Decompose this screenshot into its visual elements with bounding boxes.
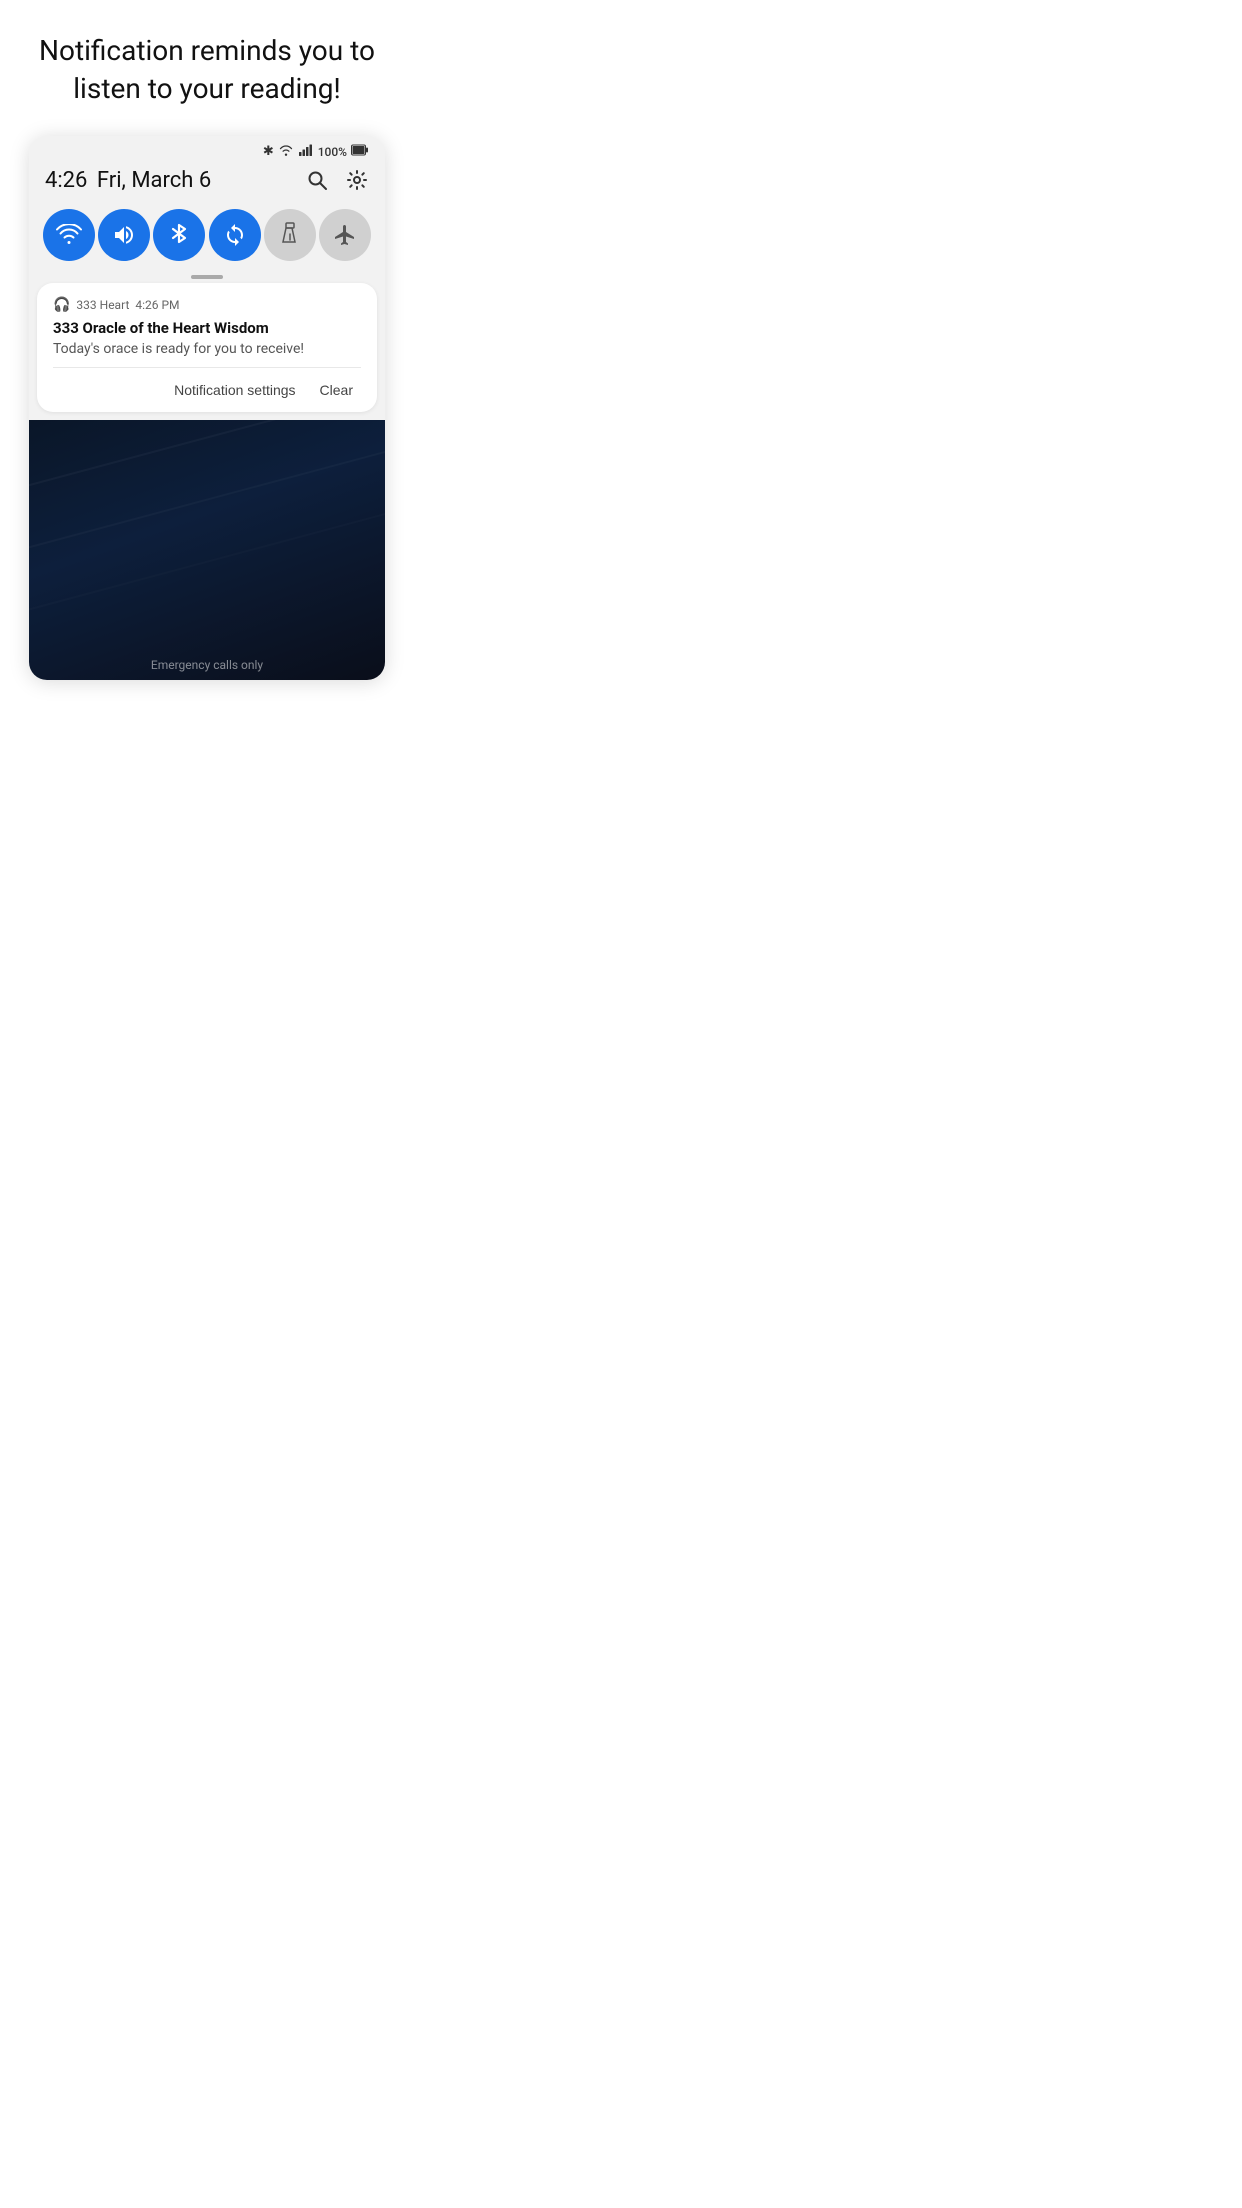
notification-app-name: 333 Heart [76, 298, 129, 312]
battery-icon [351, 144, 369, 160]
wifi-signal-icon [278, 144, 294, 160]
notification-time: 4:26 PM [135, 298, 179, 312]
notification-card: 🎧 333 Heart 4:26 PM 333 Oracle of the He… [37, 283, 377, 412]
search-button[interactable] [305, 168, 329, 192]
battery-percentage: 100% [318, 145, 347, 159]
sync-toggle[interactable] [209, 209, 261, 261]
drag-bar [191, 275, 223, 279]
status-bar: ✱ 100% [29, 136, 385, 164]
wallpaper-lines [29, 420, 385, 680]
emergency-text: Emergency calls only [151, 658, 263, 672]
wallpaper-section: Emergency calls only [29, 420, 385, 680]
qs-actions [305, 168, 369, 192]
sound-toggle[interactable] [98, 209, 150, 261]
time-display: 4:26 [45, 168, 87, 193]
bluetooth-toggle[interactable] [153, 209, 205, 261]
notification-actions: Notification settings Clear [37, 368, 377, 412]
settings-button[interactable] [345, 168, 369, 192]
wifi-toggle[interactable] [43, 209, 95, 261]
date-display: Fri, March 6 [97, 168, 211, 193]
notification-settings-button[interactable]: Notification settings [166, 378, 303, 402]
airplane-toggle[interactable] [319, 209, 371, 261]
status-icons: ✱ 100% [263, 144, 369, 160]
drag-handle [29, 269, 385, 283]
bluetooth-icon: ✱ [263, 144, 274, 159]
quick-toggles [29, 205, 385, 269]
notification-title: 333 Oracle of the Heart Wisdom [53, 319, 361, 337]
quick-settings-header: 4:26 Fri, March 6 [29, 164, 385, 205]
notification-meta: 🎧 333 Heart 4:26 PM [53, 297, 361, 313]
headphones-icon: 🎧 [53, 297, 70, 313]
phone-frame: ✱ 100% [29, 136, 385, 680]
notification-body: Today's orace is ready for you to receiv… [53, 341, 361, 357]
time-date: 4:26 Fri, March 6 [45, 168, 211, 193]
page-headline: Notification reminds you to listen to yo… [0, 0, 414, 136]
signal-icon [298, 144, 314, 160]
flashlight-toggle[interactable] [264, 209, 316, 261]
notification-content: 🎧 333 Heart 4:26 PM 333 Oracle of the He… [37, 283, 377, 367]
clear-button[interactable]: Clear [312, 378, 361, 402]
